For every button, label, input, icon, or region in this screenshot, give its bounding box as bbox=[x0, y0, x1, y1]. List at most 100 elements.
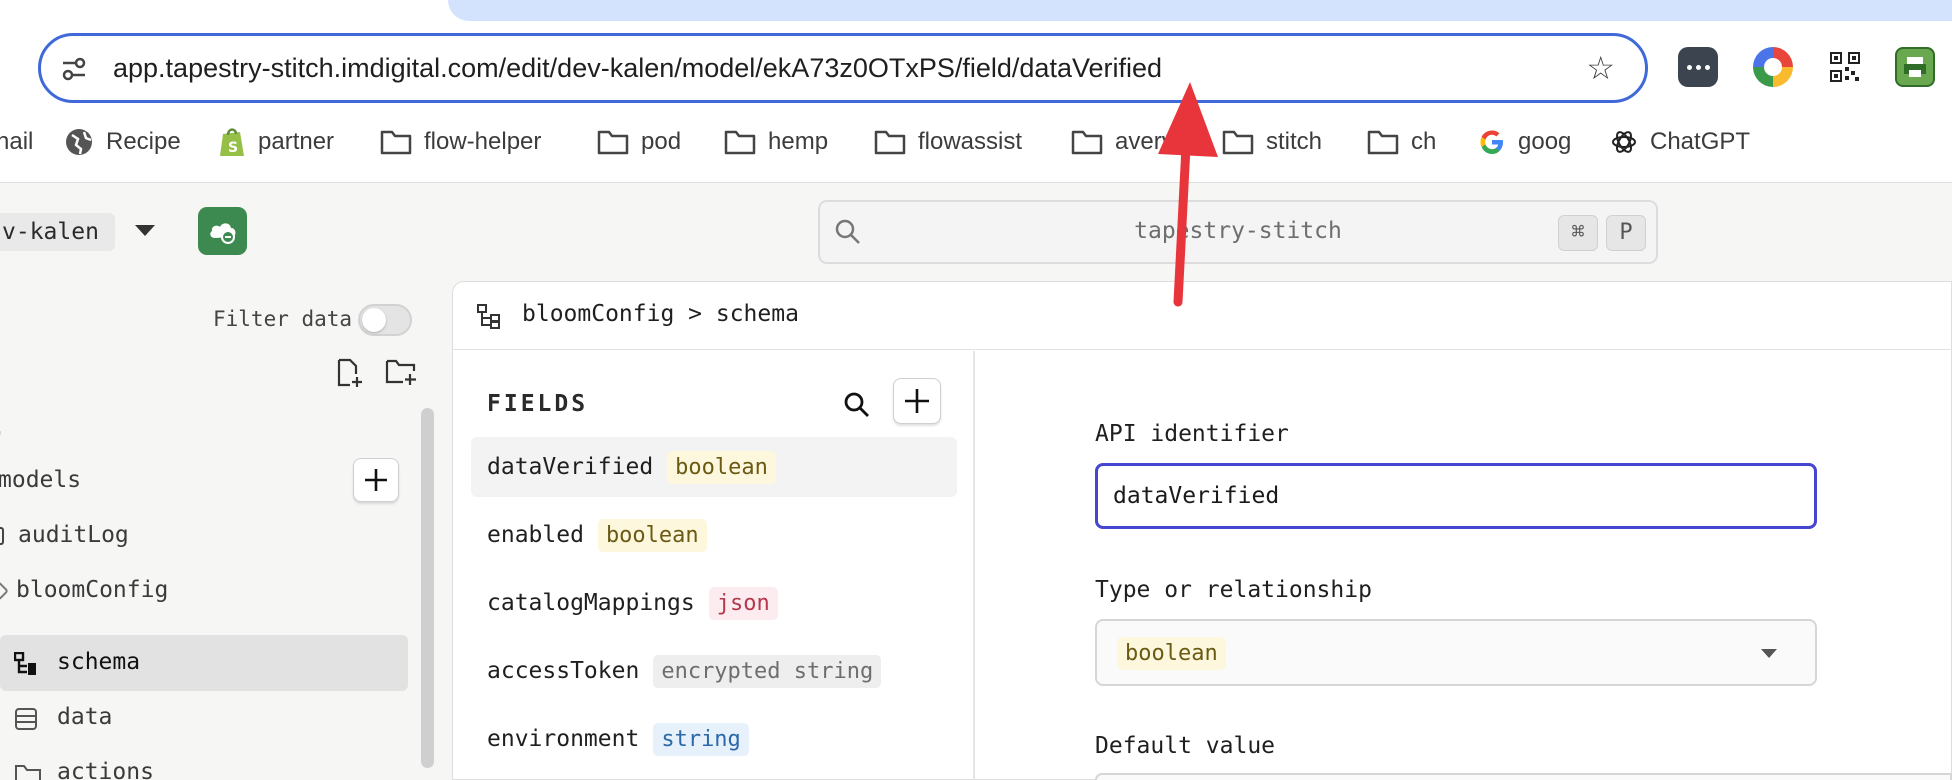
bookmark-label: stitch bbox=[1266, 128, 1323, 155]
sidebar-scrollbar[interactable] bbox=[421, 408, 434, 768]
plus-icon bbox=[365, 469, 387, 491]
type-select[interactable]: boolean bbox=[1095, 619, 1817, 686]
sidebar-item-actions[interactable]: actions bbox=[57, 759, 154, 780]
field-name: accessToken bbox=[487, 658, 640, 684]
bookmark-label: flowassist bbox=[918, 128, 1023, 155]
model-icon bbox=[0, 526, 4, 545]
field-name: enabled bbox=[487, 522, 584, 548]
api-identifier-label: API identifier bbox=[1095, 421, 1289, 447]
tab-strip[interactable] bbox=[448, 0, 1952, 21]
url-text[interactable]: app.tapestry-stitch.imdigital.com/edit/d… bbox=[113, 53, 1162, 84]
new-folder-icon[interactable] bbox=[385, 358, 419, 386]
bookmark-label: pod bbox=[641, 128, 682, 155]
field-type-badge: encrypted string bbox=[653, 654, 882, 688]
chevron-down-icon bbox=[1761, 649, 1777, 658]
sidebar-item-bloomconfig[interactable]: bloomConfig bbox=[0, 577, 168, 603]
sidebar-item-label: schema bbox=[57, 649, 141, 675]
field-type-badge: json bbox=[708, 586, 778, 620]
folder-icon bbox=[380, 130, 412, 155]
default-value-label: Default value bbox=[1095, 733, 1276, 759]
field-name: environment bbox=[487, 726, 640, 752]
sidebar-item-data[interactable]: data bbox=[57, 704, 112, 730]
schema-panel: bloomConfig > schema FIELDS dataVerified… bbox=[452, 281, 1952, 780]
breadcrumb-bar: bloomConfig > schema bbox=[453, 282, 1952, 350]
browser-chrome: app.tapestry-stitch.imdigital.com/edit/d… bbox=[0, 0, 1952, 183]
field-item-dataverified[interactable]: dataVerified boolean bbox=[471, 437, 957, 497]
bookmark-item[interactable]: nail bbox=[0, 120, 33, 164]
search-placeholder: tapestry-stitch bbox=[1134, 218, 1342, 244]
chevron-down-icon[interactable] bbox=[135, 225, 155, 236]
bookmark-label: ch bbox=[1411, 128, 1437, 155]
bookmark-star-icon[interactable]: ☆ bbox=[1586, 50, 1615, 86]
shopify-icon: S bbox=[220, 128, 244, 156]
globe-icon bbox=[66, 129, 92, 155]
shortcut-key-p: P bbox=[1606, 215, 1646, 251]
chatgpt-icon bbox=[1612, 131, 1636, 153]
bookmark-item[interactable]: S partner bbox=[218, 120, 334, 164]
bookmark-item[interactable]: flow-helper bbox=[380, 120, 541, 164]
field-item-enabled[interactable]: enabled boolean bbox=[471, 505, 957, 565]
address-bar[interactable]: app.tapestry-stitch.imdigital.com/edit/d… bbox=[38, 33, 1648, 103]
environment-label: v-kalen bbox=[2, 219, 99, 245]
field-name: dataVerified bbox=[487, 454, 654, 480]
plus-icon bbox=[905, 389, 929, 413]
global-search[interactable]: tapestry-stitch ⌘ P bbox=[818, 200, 1658, 264]
search-icon[interactable] bbox=[843, 391, 871, 419]
field-type-badge: boolean bbox=[597, 518, 707, 552]
default-value-input[interactable] bbox=[1095, 773, 1952, 780]
folder-icon bbox=[1071, 130, 1103, 155]
printer-extension-icon[interactable] bbox=[1895, 47, 1935, 87]
site-settings-icon[interactable] bbox=[61, 56, 87, 82]
bookmark-item[interactable]: pod bbox=[597, 120, 681, 164]
fields-heading: FIELDS bbox=[487, 391, 589, 417]
folder-icon bbox=[724, 130, 756, 155]
bookmark-item[interactable]: avery bbox=[1071, 120, 1174, 164]
filter-data-label: Filter data bbox=[213, 307, 353, 331]
bookmark-item[interactable]: flowassist bbox=[874, 120, 1022, 164]
type-selected-badge: boolean bbox=[1117, 637, 1226, 670]
cloud-icon bbox=[209, 223, 235, 244]
bookmark-item[interactable]: goog bbox=[1478, 120, 1571, 164]
qr-code-icon[interactable] bbox=[1825, 47, 1865, 87]
environment-selector[interactable]: v-kalen bbox=[0, 213, 115, 251]
tree-guide: · bbox=[0, 421, 6, 447]
sidebar: Filter data · models auditLog bloomConfi… bbox=[0, 283, 435, 780]
google-icon bbox=[1480, 130, 1503, 154]
database-icon bbox=[15, 708, 37, 730]
bookmark-item[interactable]: Recipe bbox=[64, 120, 181, 164]
shortcut-key-cmd: ⌘ bbox=[1558, 215, 1598, 251]
field-item-accesstoken[interactable]: accessToken encrypted string bbox=[471, 641, 957, 701]
field-name: catalogMappings bbox=[487, 590, 695, 616]
folder-icon bbox=[1222, 130, 1254, 155]
password-manager-icon[interactable] bbox=[1678, 47, 1718, 87]
cloud-sync-button[interactable] bbox=[198, 207, 247, 255]
folder-icon bbox=[15, 765, 41, 780]
filter-data-toggle[interactable] bbox=[358, 304, 412, 336]
add-model-button[interactable] bbox=[353, 458, 399, 502]
bookmark-label: goog bbox=[1518, 128, 1572, 155]
model-icon bbox=[0, 580, 9, 601]
add-field-button[interactable] bbox=[893, 378, 941, 424]
bookmark-item[interactable]: ch bbox=[1367, 120, 1436, 164]
bookmark-item[interactable]: hemp bbox=[724, 120, 828, 164]
svg-text:S: S bbox=[228, 140, 238, 156]
api-identifier-input[interactable]: dataVerified bbox=[1095, 463, 1817, 529]
bookmark-label: partner bbox=[258, 128, 335, 155]
type-label: Type or relationship bbox=[1095, 577, 1372, 603]
sidebar-item-auditlog[interactable]: auditLog bbox=[0, 522, 129, 548]
models-section-label: models bbox=[0, 467, 82, 493]
new-file-icon[interactable] bbox=[336, 358, 364, 388]
bookmark-label: ChatGPT bbox=[1650, 128, 1751, 155]
field-item-catalogmappings[interactable]: catalogMappings json bbox=[471, 573, 957, 633]
breadcrumb: bloomConfig > schema bbox=[522, 301, 799, 327]
field-item-environment[interactable]: environment string bbox=[471, 709, 957, 769]
bookmark-item[interactable]: ChatGPT bbox=[1610, 120, 1750, 164]
bookmark-item[interactable]: stitch bbox=[1222, 120, 1322, 164]
folder-icon bbox=[874, 130, 906, 155]
bookmarks-bar: nail Recipe S partner flow-helper pod he… bbox=[0, 120, 1952, 164]
field-type-badge: string bbox=[653, 722, 749, 756]
bookmark-label: nail bbox=[0, 128, 34, 155]
color-wheel-icon[interactable] bbox=[1753, 47, 1793, 87]
bookmark-label: flow-helper bbox=[424, 128, 542, 155]
bookmark-label: hemp bbox=[768, 128, 829, 155]
